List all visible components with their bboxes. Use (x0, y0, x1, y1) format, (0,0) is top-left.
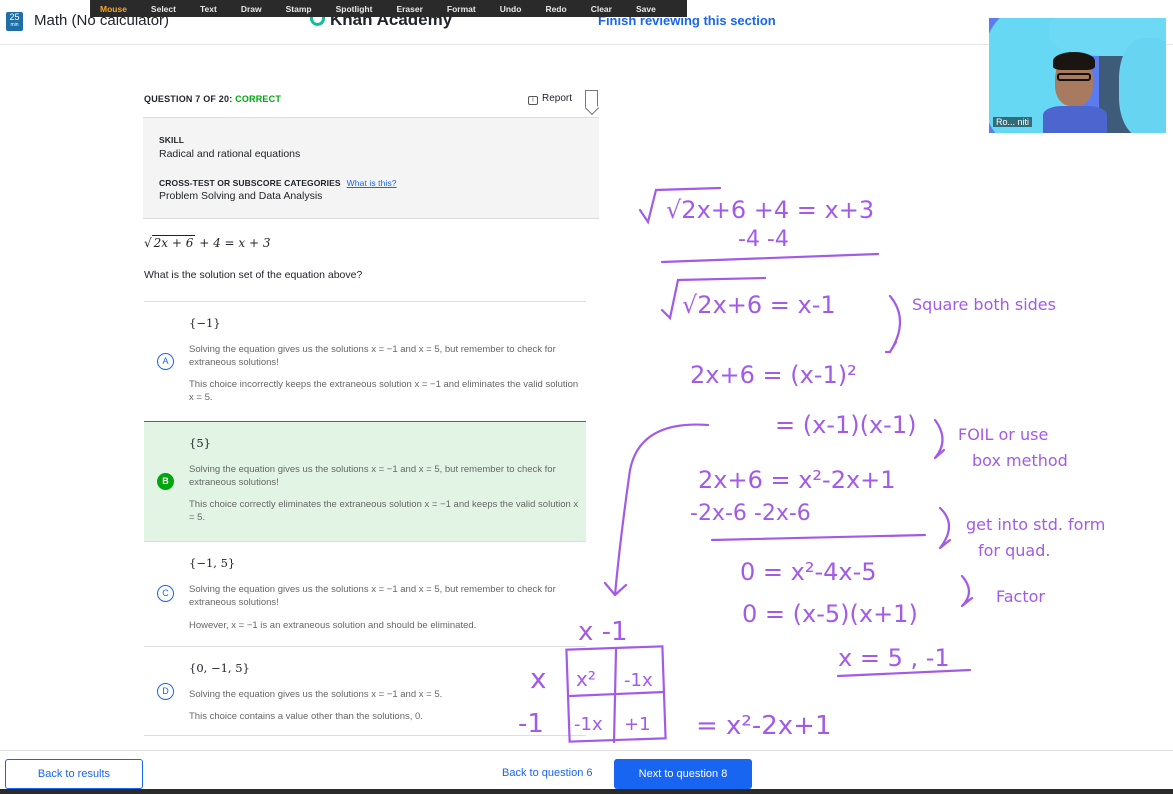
ink-line5: 2x+6 = x²-2x+1 (698, 466, 896, 494)
choice-explanation-detail: This choice contains a value other than … (189, 711, 423, 722)
choice-letter-badge: A (157, 353, 174, 370)
choice-c[interactable]: {−1, 5} C Solving the equation gives us … (144, 541, 586, 646)
ink-line1: √2x+6 +4 = x+3 (666, 196, 874, 224)
participant-name: Ro... niti (993, 117, 1033, 127)
tool-select[interactable]: Select (151, 4, 176, 14)
choice-explanation-detail: This choice correctly eliminates the ext… (189, 499, 579, 523)
report-label: Report (542, 93, 573, 104)
ink-box-result: = x²-2x+1 (696, 711, 832, 741)
choice-answer: {0, −1, 5} (189, 661, 250, 675)
choice-b[interactable]: {5} B Solving the equation gives us the … (144, 421, 586, 541)
tool-save[interactable]: Save (636, 4, 656, 14)
ink-box-cell2: -1x (624, 670, 653, 691)
tool-format[interactable]: Format (447, 4, 476, 14)
skill-label: SKILL (159, 135, 185, 145)
ink-note-factor: Factor (996, 587, 1045, 606)
radical-stroke-2 (660, 276, 767, 321)
timer-value: 25 (9, 12, 20, 22)
ink-note-square: Square both sides (912, 295, 1056, 314)
radical-stroke (638, 186, 722, 225)
ink-note-quad: for quad. (978, 541, 1050, 560)
choice-explanation: Solving the equation gives us the soluti… (189, 464, 556, 488)
next-question-button[interactable]: Next to question 8 (614, 759, 752, 789)
choice-explanation: Solving the equation gives us the soluti… (189, 689, 443, 700)
choice-letter-badge: D (157, 683, 174, 700)
tool-eraser[interactable]: Eraser (396, 4, 422, 14)
choice-answer: {−1} (189, 316, 221, 330)
choice-explanation-detail: However, x = −1 is an extraneous solutio… (189, 620, 477, 631)
ink-line8: 0 = (x-5)(x+1) (742, 600, 918, 628)
annotation-toolbar: Mouse Select Text Draw Stamp Spotlight E… (90, 0, 687, 17)
webcam-video[interactable]: Ro... niti (989, 18, 1166, 133)
report-button[interactable]: ! Report (528, 93, 572, 105)
ink-line7: 0 = x²-4x-5 (740, 558, 877, 586)
what-is-this-link[interactable]: What is this? (347, 178, 397, 188)
ink-line9: x = 5 , -1 (838, 644, 950, 672)
choice-answer: {5} (189, 436, 211, 450)
ink-line1b: -4 -4 (738, 227, 789, 252)
choice-d[interactable]: {0, −1, 5} D Solving the equation gives … (144, 646, 586, 736)
tool-draw[interactable]: Draw (241, 4, 262, 14)
ink-line3: 2x+6 = (x-1)² (690, 361, 857, 389)
choice-explanation: Solving the equation gives us the soluti… (189, 344, 556, 368)
tool-redo[interactable]: Redo (545, 4, 566, 14)
timer-unit: min (10, 22, 19, 28)
choice-explanation: Solving the equation gives us the soluti… (189, 584, 556, 608)
tool-spotlight[interactable]: Spotlight (336, 4, 373, 14)
timer-badge: 25 min (6, 12, 23, 31)
ink-line2: √2x+6 = x-1 (682, 291, 836, 319)
skill-panel: SKILL Radical and rational equations CRO… (143, 117, 599, 219)
ink-line4: = (x-1)(x-1) (775, 411, 916, 439)
choice-answer: {−1, 5} (189, 556, 236, 570)
tool-mouse[interactable]: Mouse (100, 4, 127, 14)
bookmark-icon[interactable] (585, 90, 598, 108)
flag-icon: ! (528, 96, 538, 105)
cross-test-value: Problem Solving and Data Analysis (159, 190, 323, 202)
ink-note-foil: FOIL or use (958, 425, 1048, 444)
ink-line6: -2x-6 -2x-6 (690, 501, 811, 526)
question-equation: √ 2x + 6 + 4 = x + 3 (144, 235, 271, 250)
question-heading: QUESTION 7 OF 20: CORRECT (144, 94, 281, 104)
skill-value: Radical and rational equations (159, 148, 301, 160)
question-number: QUESTION 7 OF 20: (144, 94, 233, 104)
choice-letter-badge: B (157, 473, 174, 490)
tool-clear[interactable]: Clear (591, 4, 612, 14)
taskbar-edge (0, 789, 1173, 794)
tool-text[interactable]: Text (200, 4, 217, 14)
tool-undo[interactable]: Undo (500, 4, 522, 14)
back-to-question-link[interactable]: Back to question 6 (502, 767, 593, 779)
question-prompt: What is the solution set of the equation… (144, 269, 363, 281)
choice-explanation-detail: This choice incorrectly keeps the extran… (189, 379, 579, 403)
choice-a[interactable]: {−1} A Solving the equation gives us the… (144, 301, 586, 421)
choice-letter-badge: C (157, 585, 174, 602)
cross-test-label: CROSS-TEST OR SUBSCORE CATEGORIES What is… (159, 178, 397, 188)
arrow-to-box (603, 423, 710, 597)
question-status: CORRECT (235, 94, 282, 104)
footer-nav: Back to results Back to question 6 Next … (0, 750, 1173, 794)
ink-note-box: box method (972, 451, 1068, 470)
ink-note-std: get into std. form (966, 515, 1105, 534)
tool-stamp[interactable]: Stamp (286, 4, 312, 14)
ink-box-cell4: +1 (624, 714, 651, 735)
back-to-results-button[interactable]: Back to results (5, 759, 143, 789)
